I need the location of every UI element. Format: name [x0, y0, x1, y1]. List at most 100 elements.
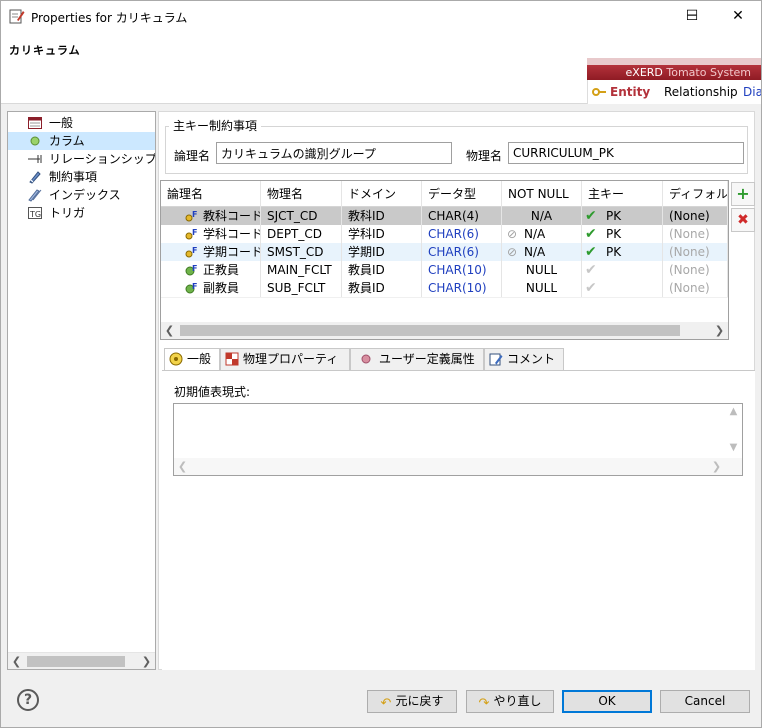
cell-logical: F 学科コード	[161, 225, 261, 243]
tab-physical-properties[interactable]: 物理プロパーティ	[220, 348, 350, 370]
check-icon: ✔	[585, 280, 597, 296]
tab-general[interactable]: 一般	[164, 348, 220, 371]
check-icon: ✔	[585, 244, 597, 260]
col-header-notnull[interactable]: NOT NULL	[502, 181, 582, 207]
cell-notnull: N/A	[502, 207, 582, 225]
properties-dialog: Properties for カリキュラム ─ ☐ ✕ カリキュラム eXERD…	[0, 0, 762, 728]
cell-domain: 学科ID	[342, 225, 422, 243]
help-icon[interactable]: ?	[17, 689, 39, 711]
window-title: Properties for カリキュラム	[31, 11, 188, 25]
scroll-right-icon[interactable]: ❯	[708, 458, 725, 475]
tab-comment[interactable]: コメント	[484, 348, 564, 370]
scroll-up-icon[interactable]: ▲	[725, 406, 742, 417]
maximize-button[interactable]: ☐	[669, 1, 715, 32]
relationship-icon	[28, 155, 42, 163]
cell-pk: ✔ PK	[582, 243, 663, 261]
col-header-default[interactable]: ディフォル	[663, 181, 728, 207]
col-header-logical[interactable]: 論理名	[161, 181, 261, 207]
svg-text:F: F	[192, 246, 197, 255]
redo-button[interactable]: ↷ やり直し	[466, 690, 554, 713]
grid-header: 論理名 物理名 ドメイン データ型 NOT NULL 主キー ディフォル	[161, 181, 728, 207]
scroll-left-icon[interactable]: ❮	[174, 458, 191, 475]
col-header-domain[interactable]: ドメイン	[342, 181, 422, 207]
cell-type: CHAR(6)	[422, 225, 502, 243]
initial-expression-input[interactable]: ▲ ▼ ❮ ❯	[173, 403, 743, 476]
cell-type: CHAR(10)	[422, 261, 502, 279]
banner-tab-entity[interactable]: Entity	[610, 85, 650, 99]
cell-logical: F 副教員	[161, 279, 261, 297]
tree-item-column[interactable]: カラム	[8, 132, 155, 150]
tab-user-attributes[interactable]: ユーザー定義属性	[350, 348, 484, 370]
scroll-down-icon[interactable]: ▼	[725, 442, 742, 453]
cell-domain: 教員ID	[342, 261, 422, 279]
cell-default: (None)	[663, 243, 728, 261]
cell-default: (None)	[663, 279, 728, 297]
revert-button[interactable]: ↶ 元に戻す	[367, 690, 457, 713]
banner-brand-bar: eXERD Tomato System	[587, 65, 761, 80]
col-header-type[interactable]: データ型	[422, 181, 502, 207]
banner-tab-relationship[interactable]: Relationship	[664, 85, 738, 99]
properties-app-icon	[9, 9, 25, 24]
cell-domain: 教員ID	[342, 279, 422, 297]
table-row[interactable]: F 学期コード SMST_CD 学期ID CHAR(6) ⊘ N/A ✔ PK …	[161, 243, 728, 261]
general-tab-panel: 初期値表現式: ▲ ▼ ❮ ❯	[162, 370, 755, 670]
cell-physical: SMST_CD	[261, 243, 342, 261]
cell-notnull: NULL	[502, 261, 582, 279]
delete-column-button[interactable]: ✖	[731, 208, 755, 232]
cell-notnull: NULL	[502, 279, 582, 297]
grid-horizontal-scrollbar[interactable]: ❮ ❯	[161, 322, 728, 339]
banner-tabs: Entity Relationship Diag	[587, 80, 761, 104]
cell-pk: ✔ PK	[582, 225, 663, 243]
cell-logical: F 教科コード	[161, 207, 261, 225]
scrollbar-thumb[interactable]	[180, 325, 680, 336]
cancel-button[interactable]: Cancel	[660, 690, 750, 713]
tree-item-label: トリガ	[49, 206, 86, 220]
expr-horizontal-scrollbar[interactable]: ❮ ❯	[174, 458, 742, 475]
index-icon	[28, 189, 42, 202]
cell-physical: SJCT_CD	[261, 207, 342, 225]
tree-item-constraint[interactable]: 制約事項	[8, 168, 155, 186]
close-button[interactable]: ✕	[715, 1, 761, 32]
table-row[interactable]: F 学科コード DEPT_CD 学科ID CHAR(6) ⊘ N/A ✔ PK …	[161, 225, 728, 243]
col-header-physical[interactable]: 物理名	[261, 181, 342, 207]
scroll-left-icon[interactable]: ❮	[8, 653, 25, 669]
col-header-pk[interactable]: 主キー	[582, 181, 663, 207]
logical-name-field[interactable]	[216, 142, 452, 164]
tree-item-label: インデックス	[49, 188, 121, 202]
initial-expression-label: 初期値表現式:	[174, 385, 251, 399]
svg-text:F: F	[192, 282, 197, 291]
cell-notnull: ⊘ N/A	[502, 225, 582, 243]
cell-default: (None)	[663, 261, 728, 279]
cell-physical: DEPT_CD	[261, 225, 342, 243]
physical-name-field[interactable]	[508, 142, 744, 164]
tree-item-label: カラム	[49, 134, 85, 148]
tree-item-index[interactable]: インデックス	[8, 186, 155, 204]
table-row[interactable]: F 教科コード SJCT_CD 教科ID CHAR(4) N/A ✔ PK (N…	[161, 207, 728, 225]
constraint-icon	[29, 171, 41, 184]
dialog-footer: ? ↶ 元に戻す ↷ やり直し OK Cancel	[1, 673, 761, 727]
cell-domain: 教科ID	[342, 207, 422, 225]
tree-item-trigger[interactable]: TG トリガ	[8, 204, 155, 222]
scroll-right-icon[interactable]: ❯	[711, 322, 728, 339]
ok-button[interactable]: OK	[562, 690, 652, 713]
expr-vertical-scrollbar[interactable]: ▲ ▼	[725, 404, 742, 458]
banner-brand: eXERD	[625, 66, 663, 79]
column-properties-pane: 論理名 物理名 主キー制約事項 論理名 物理名 ドメイン データ型 NOT NU…	[158, 111, 755, 670]
check-icon: ✔	[585, 208, 597, 224]
tree-item-general[interactable]: 一般	[8, 114, 155, 132]
general-icon	[28, 117, 42, 129]
scroll-left-icon[interactable]: ❮	[161, 322, 178, 339]
scroll-right-icon[interactable]: ❯	[138, 653, 155, 669]
user-attr-tab-icon	[361, 354, 371, 364]
cell-logical: F 正教員	[161, 261, 261, 279]
column-grid[interactable]: 論理名 物理名 ドメイン データ型 NOT NULL 主キー ディフォル F 教…	[160, 180, 729, 340]
table-row[interactable]: F 正教員 MAIN_FCLT 教員ID CHAR(10) NULL ✔ (No…	[161, 261, 728, 279]
cell-default: (None)	[663, 225, 728, 243]
tree-horizontal-scrollbar[interactable]: ❮ ❯	[8, 652, 155, 669]
scrollbar-thumb[interactable]	[27, 656, 125, 667]
redo-icon: ↷	[478, 696, 490, 711]
tree-item-relationship[interactable]: リレーションシップ	[8, 150, 155, 168]
add-column-button[interactable]: +	[731, 182, 755, 206]
banner-tab-diagram[interactable]: Diag	[743, 85, 761, 99]
table-row[interactable]: F 副教員 SUB_FCLT 教員ID CHAR(10) NULL ✔ (Non…	[161, 279, 728, 297]
